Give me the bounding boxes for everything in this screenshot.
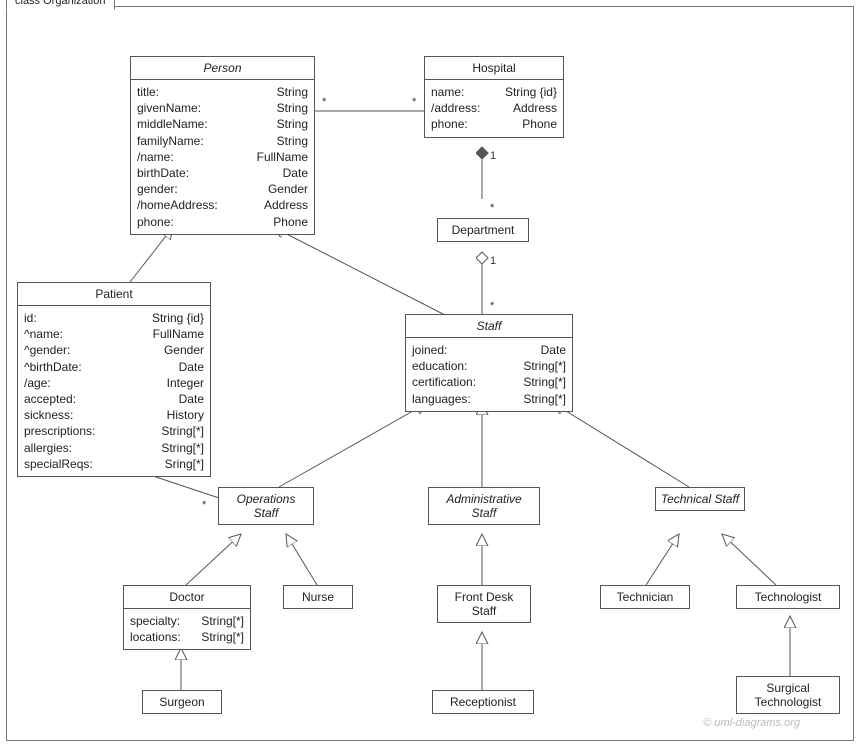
multiplicity: * — [412, 96, 416, 108]
class-receptionist: Receptionist — [432, 690, 534, 714]
class-person: Person title:StringgivenName:Stringmiddl… — [130, 56, 315, 235]
class-administrative-staff: Administrative Staff — [428, 487, 540, 525]
attribute-row: certification:String[*] — [412, 374, 566, 390]
multiplicity: * — [490, 202, 494, 214]
attribute-row: title:String — [137, 84, 308, 100]
class-nurse: Nurse — [283, 585, 353, 609]
class-name: Surgical Technologist — [737, 677, 839, 713]
class-name: Technician — [601, 586, 689, 608]
watermark: © uml-diagrams.org — [703, 717, 800, 729]
multiplicity: 1 — [490, 255, 496, 267]
class-technologist: Technologist — [736, 585, 840, 609]
class-front-desk-staff: Front Desk Staff — [437, 585, 531, 623]
class-attrs: joined:Dateeducation:String[*]certificat… — [406, 338, 572, 411]
attribute-row: education:String[*] — [412, 358, 566, 374]
class-hospital: Hospital name:String {id}/address:Addres… — [424, 56, 564, 138]
attribute-row: gender:Gender — [137, 181, 308, 197]
attribute-row: accepted:Date — [24, 391, 204, 407]
class-name: Person — [131, 57, 314, 80]
attribute-row: phone:Phone — [431, 116, 557, 132]
class-name: Staff — [406, 315, 572, 338]
attribute-row: familyName:String — [137, 133, 308, 149]
attribute-row: id:String {id} — [24, 310, 204, 326]
class-attrs: specialty:String[*]locations:String[*] — [124, 609, 250, 649]
attribute-row: languages:String[*] — [412, 391, 566, 407]
class-technical-staff: Technical Staff — [655, 487, 745, 511]
attribute-row: givenName:String — [137, 100, 308, 116]
class-patient: Patient id:String {id}^name:FullName^gen… — [17, 282, 211, 477]
attribute-row: ^gender:Gender — [24, 342, 204, 358]
attribute-row: specialty:String[*] — [130, 613, 244, 629]
attribute-row: sickness:History — [24, 407, 204, 423]
attribute-row: phone:Phone — [137, 214, 308, 230]
package-label: class Organization — [6, 0, 115, 10]
class-attrs: id:String {id}^name:FullName^gender:Gend… — [18, 306, 210, 476]
multiplicity: 1 — [490, 150, 496, 162]
attribute-row: allergies:String[*] — [24, 440, 204, 456]
multiplicity: * — [490, 300, 494, 312]
attribute-row: /age:Integer — [24, 375, 204, 391]
attribute-row: /name:FullName — [137, 149, 308, 165]
class-name: Nurse — [284, 586, 352, 608]
attribute-row: /homeAddress:Address — [137, 197, 308, 213]
class-attrs: name:String {id}/address:Addressphone:Ph… — [425, 80, 563, 137]
class-attrs: title:StringgivenName:StringmiddleName:S… — [131, 80, 314, 234]
attribute-row: locations:String[*] — [130, 629, 244, 645]
class-name: Administrative Staff — [429, 488, 539, 524]
class-technician: Technician — [600, 585, 690, 609]
class-department: Department — [437, 218, 529, 242]
attribute-row: ^birthDate:Date — [24, 359, 204, 375]
class-name: Technologist — [737, 586, 839, 608]
class-name: Department — [438, 219, 528, 241]
class-name: Front Desk Staff — [438, 586, 530, 622]
attribute-row: ^name:FullName — [24, 326, 204, 342]
class-name: Patient — [18, 283, 210, 306]
attribute-row: middleName:String — [137, 116, 308, 132]
attribute-row: name:String {id} — [431, 84, 557, 100]
attribute-row: /address:Address — [431, 100, 557, 116]
class-operations-staff: Operations Staff — [218, 487, 314, 525]
class-surgical-technologist: Surgical Technologist — [736, 676, 840, 714]
class-doctor: Doctor specialty:String[*]locations:Stri… — [123, 585, 251, 650]
class-name: Technical Staff — [656, 488, 744, 510]
multiplicity: * — [202, 499, 206, 511]
class-name: Doctor — [124, 586, 250, 609]
multiplicity: * — [322, 96, 326, 108]
attribute-row: specialReqs:Sring[*] — [24, 456, 204, 472]
class-name: Hospital — [425, 57, 563, 80]
attribute-row: joined:Date — [412, 342, 566, 358]
class-name: Receptionist — [433, 691, 533, 713]
class-name: Operations Staff — [219, 488, 313, 524]
attribute-row: prescriptions:String[*] — [24, 423, 204, 439]
class-staff: Staff joined:Dateeducation:String[*]cert… — [405, 314, 573, 412]
class-name: Surgeon — [143, 691, 221, 713]
class-surgeon: Surgeon — [142, 690, 222, 714]
attribute-row: birthDate:Date — [137, 165, 308, 181]
